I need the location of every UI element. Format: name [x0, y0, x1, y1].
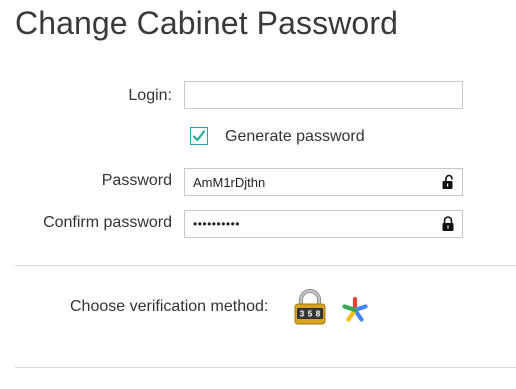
password-input[interactable] — [184, 168, 463, 196]
padlock-code-icon[interactable]: 3 5 8 — [292, 289, 328, 325]
generate-password-checkbox[interactable] — [190, 127, 208, 145]
confirm-password-label: Confirm password — [43, 214, 172, 231]
divider-bottom — [15, 367, 516, 368]
verification-method-label: Choose verification method: — [70, 298, 269, 315]
padlock-digit: 3 — [300, 309, 305, 318]
login-input[interactable] — [184, 81, 463, 109]
checkmark-icon — [192, 130, 206, 142]
lock-icon[interactable] — [441, 216, 455, 232]
page-title: Change Cabinet Password — [15, 5, 398, 41]
padlock-digit: 5 — [308, 309, 313, 318]
confirm-password-input[interactable] — [184, 210, 463, 238]
divider-top — [15, 265, 516, 266]
padlock-digit: 8 — [316, 309, 321, 318]
generate-password-label: Generate password — [225, 128, 365, 145]
login-label: Login: — [128, 87, 172, 104]
google-authenticator-icon[interactable] — [341, 296, 369, 324]
unlock-icon[interactable] — [441, 174, 455, 190]
password-label: Password — [101, 172, 172, 189]
